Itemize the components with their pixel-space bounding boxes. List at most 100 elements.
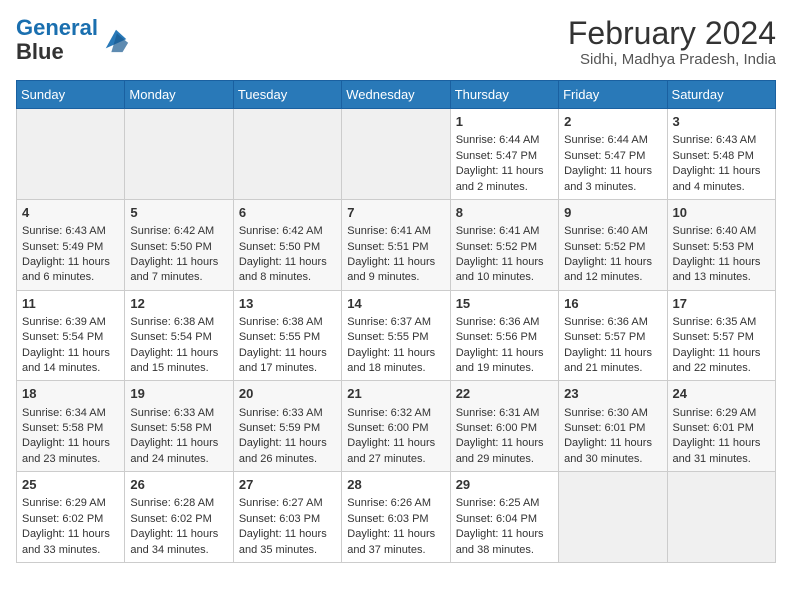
header: GeneralBlue February 2024 Sidhi, Madhya … xyxy=(16,16,776,68)
day-info: Sunset: 5:50 PM xyxy=(130,240,227,255)
day-info: Sunrise: 6:43 AM xyxy=(22,224,119,239)
day-info: Sunrise: 6:41 AM xyxy=(347,224,444,239)
day-info: Sunset: 5:50 PM xyxy=(239,240,336,255)
main-title: February 2024 xyxy=(568,16,776,51)
day-number: 25 xyxy=(22,476,119,494)
calendar-cell: 28Sunrise: 6:26 AMSunset: 6:03 PMDayligh… xyxy=(342,472,450,563)
day-info: Sunrise: 6:36 AM xyxy=(456,315,553,330)
day-info: Sunset: 6:04 PM xyxy=(456,512,553,527)
day-info: Sunrise: 6:39 AM xyxy=(22,315,119,330)
day-number: 9 xyxy=(564,204,661,222)
day-info: Daylight: 11 hours and 31 minutes. xyxy=(673,436,770,467)
day-info: Sunset: 6:02 PM xyxy=(130,512,227,527)
day-number: 14 xyxy=(347,295,444,313)
day-info: Daylight: 11 hours and 34 minutes. xyxy=(130,527,227,558)
calendar-cell xyxy=(559,472,667,563)
day-info: Daylight: 11 hours and 35 minutes. xyxy=(239,527,336,558)
calendar-week-row: 11Sunrise: 6:39 AMSunset: 5:54 PMDayligh… xyxy=(17,290,776,381)
day-info: Daylight: 11 hours and 18 minutes. xyxy=(347,346,444,377)
calendar-cell: 21Sunrise: 6:32 AMSunset: 6:00 PMDayligh… xyxy=(342,381,450,472)
day-number: 7 xyxy=(347,204,444,222)
calendar-cell: 11 Sunrise: 6:39 AMSunset: 5:54 PMDayligh… xyxy=(17,290,125,381)
calendar-cell: 2Sunrise: 6:44 AMSunset: 5:47 PMDaylight… xyxy=(559,109,667,200)
calendar-table: SundayMondayTuesdayWednesdayThursdayFrid… xyxy=(16,80,776,563)
day-info: Sunrise: 6:29 AM xyxy=(673,406,770,421)
calendar-cell: 18Sunrise: 6:34 AMSunset: 5:58 PMDayligh… xyxy=(17,381,125,472)
day-info: Sunset: 6:03 PM xyxy=(347,512,444,527)
day-info: Daylight: 11 hours and 12 minutes. xyxy=(564,255,661,286)
header-monday: Monday xyxy=(125,81,233,109)
calendar-week-row: 18 Sunrise: 6:34 AMSunset: 5:58 PM Dayligh… xyxy=(17,381,776,472)
day-info: Sunrise: 6:38 AM xyxy=(239,315,336,330)
calendar-cell: 9 Sunrise: 6:40 AMSunset: 5:52 PMDaylight… xyxy=(559,199,667,290)
day-info: Sunset: 5:54 PM xyxy=(22,330,119,345)
day-info: Daylight: 11 hours and 22 minutes. xyxy=(673,346,770,377)
calendar-cell: 26Sunrise: 6:28 AMSunset: 6:02 PMDayligh… xyxy=(125,472,233,563)
day-info: Sunrise: 6:38 AM xyxy=(130,315,227,330)
day-number: 16 xyxy=(564,295,661,313)
day-info: Daylight: 11 hours and 13 minutes. xyxy=(673,255,770,286)
logo-icon xyxy=(102,26,130,54)
calendar-cell: 4Sunrise: 6:43 AMSunset: 5:49 PMDaylight… xyxy=(17,199,125,290)
day-info: Sunrise: 6:40 AM xyxy=(564,224,661,239)
header-friday: Friday xyxy=(559,81,667,109)
day-number: 15 xyxy=(456,295,553,313)
day-info: Sunrise: 6:29 AM xyxy=(22,496,119,511)
day-info: Daylight: 11 hours and 27 minutes. xyxy=(347,436,444,467)
day-number: 11 xyxy=(22,295,119,313)
day-info: Sunrise: 6:43 AM xyxy=(673,133,770,148)
day-number: 1 xyxy=(456,113,553,131)
day-info: Sunset: 5:52 PM xyxy=(456,240,553,255)
calendar-week-row: 4Sunrise: 6:43 AMSunset: 5:49 PMDaylight… xyxy=(17,199,776,290)
day-info: Sunrise: 6:30 AM xyxy=(564,406,661,421)
day-info: Sunset: 5:57 PM xyxy=(673,330,770,345)
day-info: Sunset: 5:55 PM xyxy=(239,330,336,345)
day-info: Sunrise: 6:37 AM xyxy=(347,315,444,330)
calendar-cell: 24Sunrise: 6:29 AMSunset: 6:01 PMDayligh… xyxy=(667,381,775,472)
day-info: Sunrise: 6:40 AM xyxy=(673,224,770,239)
day-info: Sunset: 5:52 PM xyxy=(564,240,661,255)
day-info: Daylight: 11 hours and 21 minutes. xyxy=(564,346,661,377)
day-number: 5 xyxy=(130,204,227,222)
calendar-cell: 6Sunrise: 6:42 AMSunset: 5:50 PMDaylight… xyxy=(233,199,341,290)
day-info: Sunrise: 6:32 AM xyxy=(347,406,444,421)
day-info: Sunrise: 6:42 AM xyxy=(130,224,227,239)
day-info: Daylight: 11 hours and 7 minutes. xyxy=(130,255,227,286)
calendar-cell: 15Sunrise: 6:36 AMSunset: 5:56 PMDayligh… xyxy=(450,290,558,381)
day-info: Daylight: 11 hours and 15 minutes. xyxy=(130,346,227,377)
calendar-cell: 13Sunrise: 6:38 AMSunset: 5:55 PMDayligh… xyxy=(233,290,341,381)
calendar-cell: 7Sunrise: 6:41 AMSunset: 5:51 PMDaylight… xyxy=(342,199,450,290)
day-info: Daylight: 11 hours and 38 minutes. xyxy=(456,527,553,558)
day-info: Daylight: 11 hours and 19 minutes. xyxy=(456,346,553,377)
day-info: Daylight: 11 hours and 14 minutes. xyxy=(22,346,119,377)
day-info: Sunset: 6:03 PM xyxy=(239,512,336,527)
calendar-week-row: 25Sunrise: 6:29 AMSunset: 6:02 PMDayligh… xyxy=(17,472,776,563)
day-info: Sunset: 5:54 PM xyxy=(130,330,227,345)
calendar-cell: 17Sunrise: 6:35 AMSunset: 5:57 PMDayligh… xyxy=(667,290,775,381)
calendar-cell: 10Sunrise: 6:40 AMSunset: 5:53 PMDayligh… xyxy=(667,199,775,290)
header-sunday: Sunday xyxy=(17,81,125,109)
day-number: 21 xyxy=(347,385,444,403)
day-info: Sunrise: 6:35 AM xyxy=(673,315,770,330)
header-thursday: Thursday xyxy=(450,81,558,109)
logo: GeneralBlue xyxy=(16,16,130,64)
day-info: Daylight: 11 hours and 3 minutes. xyxy=(564,164,661,195)
calendar-cell: 14 Sunrise: 6:37 AMSunset: 5:55 PMDayligh… xyxy=(342,290,450,381)
calendar-cell: 29Sunrise: 6:25 AMSunset: 6:04 PMDayligh… xyxy=(450,472,558,563)
header-wednesday: Wednesday xyxy=(342,81,450,109)
day-number: 3 xyxy=(673,113,770,131)
day-info: Sunset: 6:00 PM xyxy=(456,421,553,436)
day-number: 29 xyxy=(456,476,553,494)
day-info: Sunset: 5:58 PM xyxy=(22,421,119,436)
day-number: 18 xyxy=(22,385,119,403)
day-info: Sunrise: 6:31 AM xyxy=(456,406,553,421)
day-info: Sunset: 6:01 PM xyxy=(564,421,661,436)
calendar-cell: 23Sunrise: 6:30 AMSunset: 6:01 PMDayligh… xyxy=(559,381,667,472)
day-info: Sunset: 5:55 PM xyxy=(347,330,444,345)
calendar-cell: 3Sunrise: 6:43 AMSunset: 5:48 PMDaylight… xyxy=(667,109,775,200)
title-area: February 2024 Sidhi, Madhya Pradesh, Ind… xyxy=(568,16,776,68)
day-number: 12 xyxy=(130,295,227,313)
day-info: Sunrise: 6:34 AM xyxy=(22,406,119,421)
day-info: Daylight: 11 hours and 2 minutes. xyxy=(456,164,553,195)
day-info: Sunrise: 6:28 AM xyxy=(130,496,227,511)
